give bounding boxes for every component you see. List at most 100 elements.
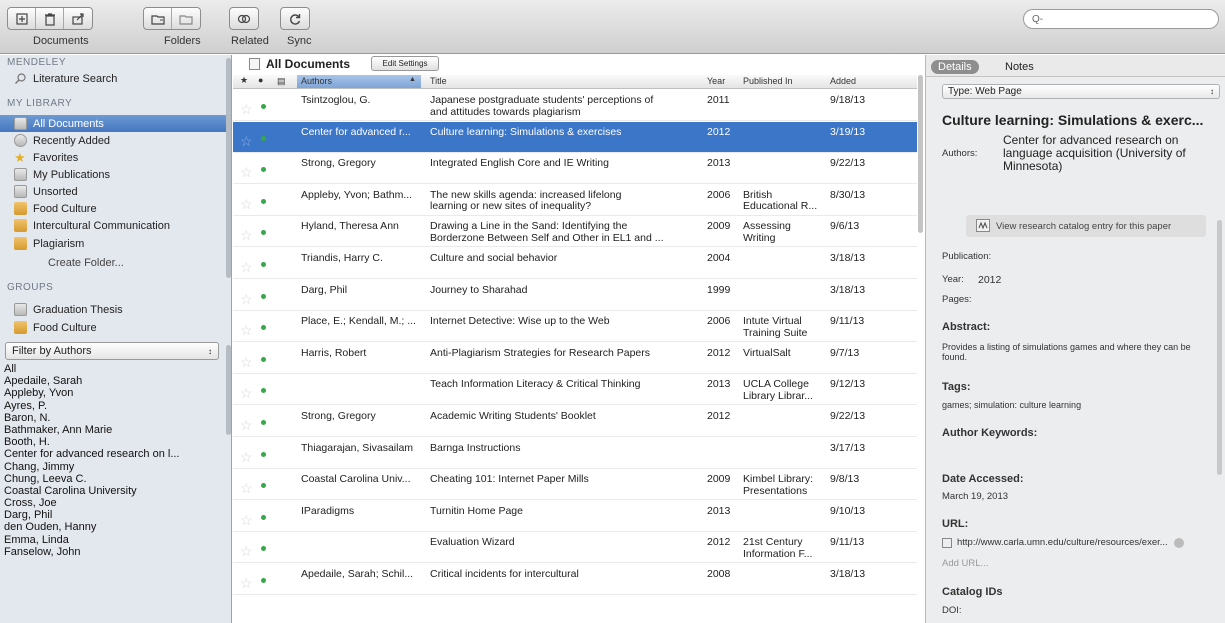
author-filter-item[interactable]: Coastal Carolina University bbox=[4, 485, 224, 497]
author-filter-item[interactable]: Baron, N. bbox=[4, 412, 224, 424]
read-status-column-icon[interactable]: ● bbox=[258, 75, 263, 85]
favorite-star-icon[interactable]: ☆ bbox=[240, 481, 253, 495]
table-row[interactable]: ☆ Thiagarajan, Sivasailam Barnga Instructi… bbox=[233, 438, 917, 469]
table-row[interactable]: ☆ Center for advanced r... Culture learnin… bbox=[233, 121, 917, 153]
favorite-star-icon[interactable]: ☆ bbox=[240, 513, 253, 527]
author-filter-item[interactable]: All bbox=[4, 363, 224, 375]
favorite-star-icon[interactable]: ☆ bbox=[240, 165, 253, 179]
sidebar-item-unsorted[interactable]: Unsorted bbox=[0, 183, 226, 200]
add-folder-button[interactable] bbox=[144, 8, 172, 29]
related-button[interactable] bbox=[230, 8, 258, 29]
filter-select[interactable]: Filter by Authors ↕ bbox=[5, 342, 219, 360]
favorite-star-icon[interactable]: ☆ bbox=[240, 386, 253, 400]
group-item-graduation-thesis[interactable]: Graduation Thesis bbox=[0, 301, 226, 318]
sidebar-item-all-documents[interactable]: All Documents bbox=[0, 115, 226, 132]
table-row[interactable]: ☆ Darg, Phil Journey to Sharahad 1999 3/18/1… bbox=[233, 280, 917, 311]
table-row[interactable]: ☆ IParadigms Turnitin Home Page 2013 9/10/13 bbox=[233, 501, 917, 532]
author-filter-item[interactable]: Cross, Joe bbox=[4, 497, 224, 509]
favorite-star-icon[interactable]: ☆ bbox=[240, 355, 253, 369]
url-row[interactable]: http://www.carla.umn.edu/culture/resourc… bbox=[942, 537, 1184, 548]
year-column-header[interactable]: Year bbox=[707, 76, 725, 86]
abstract-text[interactable]: Provides a listing of simulations games … bbox=[942, 342, 1212, 362]
favorite-star-icon[interactable]: ☆ bbox=[240, 228, 253, 242]
edit-settings-button[interactable]: Edit Settings bbox=[371, 56, 439, 71]
year-value[interactable]: 2012 bbox=[978, 274, 1001, 286]
tab-notes[interactable]: Notes bbox=[998, 60, 1041, 74]
unread-dot-icon[interactable] bbox=[261, 230, 266, 236]
title-column-header[interactable]: Title bbox=[430, 76, 447, 86]
author-list-scrollbar[interactable] bbox=[226, 345, 231, 435]
favorite-star-icon[interactable]: ☆ bbox=[240, 134, 253, 148]
unread-dot-icon[interactable] bbox=[261, 483, 266, 489]
author-filter-item[interactable]: Chang, Jimmy bbox=[4, 461, 224, 473]
sidebar-item-literature-search[interactable]: Literature Search bbox=[0, 70, 226, 87]
remove-folder-button[interactable] bbox=[172, 8, 200, 29]
published-in-column-header[interactable]: Published In bbox=[743, 76, 793, 86]
type-select[interactable]: Type: Web Page ↕ bbox=[942, 84, 1220, 99]
tab-details[interactable]: Details bbox=[931, 60, 979, 74]
author-filter-item[interactable]: Center for advanced research on l... bbox=[4, 448, 224, 460]
author-filter-item[interactable]: Darg, Phil bbox=[4, 509, 224, 521]
favorite-star-icon[interactable]: ☆ bbox=[240, 102, 253, 116]
table-row[interactable]: ☆ Tsintzoglou, G. Japanese postgraduate st… bbox=[233, 90, 917, 121]
authors-column-header[interactable]: Authors ▲ bbox=[297, 75, 421, 88]
sync-button[interactable] bbox=[281, 8, 309, 29]
sidebar-item-plagiarism[interactable]: Plagiarism bbox=[0, 235, 226, 252]
favorite-star-icon[interactable]: ☆ bbox=[240, 418, 253, 432]
table-row[interactable]: ☆ Evaluation Wizard 2012 21st Century Inform… bbox=[233, 532, 917, 564]
author-filter-item[interactable]: Ayres, P. bbox=[4, 400, 224, 412]
unread-dot-icon[interactable] bbox=[261, 578, 266, 583]
table-row[interactable]: ☆ Teach Information Literacy & Critical T… bbox=[233, 374, 917, 406]
unread-dot-icon[interactable] bbox=[261, 546, 266, 552]
added-column-header[interactable]: Added bbox=[830, 76, 856, 86]
sidebar-item-intercultural-communication[interactable]: Intercultural Communication bbox=[0, 217, 226, 234]
unread-dot-icon[interactable] bbox=[261, 135, 266, 141]
unread-dot-icon[interactable] bbox=[261, 104, 266, 109]
unread-dot-icon[interactable] bbox=[261, 420, 266, 425]
create-folder-link[interactable]: Create Folder... bbox=[0, 254, 226, 271]
favorite-star-icon[interactable]: ☆ bbox=[240, 323, 253, 337]
group-item-food-culture[interactable]: Food Culture bbox=[0, 319, 226, 336]
favorite-star-icon[interactable]: ☆ bbox=[240, 576, 253, 590]
favorite-star-icon[interactable]: ☆ bbox=[240, 292, 253, 306]
favorite-column-icon[interactable]: ★ bbox=[240, 75, 248, 86]
add-url-link[interactable]: Add URL... bbox=[942, 558, 988, 569]
author-filter-item[interactable]: Chung, Leeva C. bbox=[4, 473, 224, 485]
unread-dot-icon[interactable] bbox=[261, 514, 266, 520]
sidebar-item-recently-added[interactable]: Recently Added bbox=[0, 132, 226, 149]
date-accessed-value[interactable]: March 19, 2013 bbox=[942, 491, 1008, 502]
table-row[interactable]: ☆ Strong, Gregory Integrated English Core … bbox=[233, 153, 917, 185]
unread-dot-icon[interactable] bbox=[261, 388, 266, 394]
add-document-button[interactable] bbox=[8, 8, 36, 29]
unread-dot-icon[interactable] bbox=[261, 198, 266, 204]
author-filter-item[interactable]: Emma, Linda bbox=[4, 534, 224, 546]
delete-document-button[interactable] bbox=[36, 8, 64, 29]
author-filter-item[interactable]: Apedaile, Sarah bbox=[4, 375, 224, 387]
favorite-star-icon[interactable]: ☆ bbox=[240, 544, 253, 558]
author-filter-item[interactable]: Booth, H. bbox=[4, 436, 224, 448]
author-filter-item[interactable]: Bathmaker, Ann Marie bbox=[4, 424, 224, 436]
sidebar-scrollbar[interactable] bbox=[226, 58, 231, 278]
unread-dot-icon[interactable] bbox=[261, 293, 266, 299]
details-scrollbar[interactable] bbox=[1217, 220, 1222, 475]
author-filter-item[interactable]: Fanselow, John bbox=[4, 546, 224, 558]
table-row[interactable]: ☆ Harris, Robert Anti-Plagiarism Strategie… bbox=[233, 343, 917, 374]
document-type-column-icon[interactable]: ▤ bbox=[277, 76, 286, 87]
unread-dot-icon[interactable] bbox=[261, 451, 266, 457]
remove-url-icon[interactable] bbox=[1173, 537, 1184, 548]
document-title[interactable]: Culture learning: Simulations & exerc... bbox=[942, 112, 1203, 128]
search-input[interactable]: Q- bbox=[1023, 9, 1219, 29]
tags-value[interactable]: games; simulation: culture learning bbox=[942, 400, 1081, 410]
table-row[interactable]: ☆ Coastal Carolina Univ... Cheating 101: I… bbox=[233, 469, 917, 501]
table-row[interactable]: ☆ Place, E.; Kendall, M.; ... Internet Det… bbox=[233, 311, 917, 343]
author-filter-item[interactable]: den Ouden, Hanny bbox=[4, 521, 224, 533]
view-catalog-button[interactable]: View research catalog entry for this pap… bbox=[966, 215, 1206, 237]
favorite-star-icon[interactable]: ☆ bbox=[240, 197, 253, 211]
authors-value[interactable]: Center for advanced research on language… bbox=[1003, 134, 1218, 173]
author-filter-item[interactable]: Appleby, Yvon bbox=[4, 387, 224, 399]
favorite-star-icon[interactable]: ☆ bbox=[240, 260, 253, 274]
share-document-button[interactable] bbox=[64, 8, 92, 29]
sidebar-item-favorites[interactable]: ★ Favorites bbox=[0, 149, 226, 166]
sidebar-item-food-culture[interactable]: Food Culture bbox=[0, 200, 226, 217]
table-row[interactable]: ☆ Hyland, Theresa Ann Drawing a Line in th… bbox=[233, 216, 917, 248]
